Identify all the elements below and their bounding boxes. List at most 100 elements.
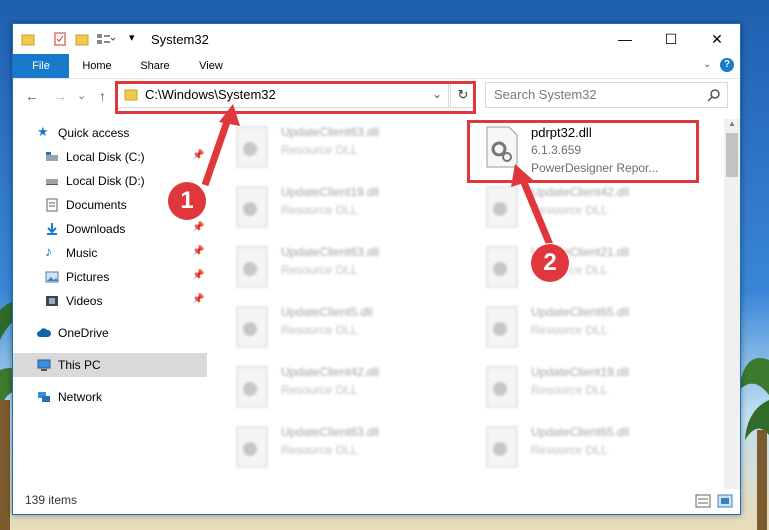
file-type: Resource DLL: [281, 263, 358, 277]
dll-file-icon: [236, 366, 268, 408]
file-name: UpdateClient63.dll: [281, 125, 380, 139]
file-name: UpdateClient65.dll: [531, 305, 630, 319]
download-icon: [47, 223, 57, 235]
step-2-badge: 2: [531, 244, 569, 282]
file-type: Resource DLL: [281, 323, 358, 337]
palm-tree-right: [739, 358, 769, 530]
pin-icon: 📌: [192, 294, 205, 305]
sidebar-item-videos[interactable]: Videos 📌: [13, 289, 207, 313]
search-icon[interactable]: [707, 88, 721, 102]
sidebar-item-network[interactable]: Network: [13, 385, 207, 409]
star-icon: ★: [37, 124, 49, 139]
scroll-up-icon[interactable]: ▲: [728, 119, 736, 128]
file-name: UpdateClient19.dll: [281, 185, 380, 199]
network-icon: [38, 392, 50, 402]
window-title: System32: [151, 32, 209, 47]
file-item[interactable]: UpdateClient63.dll Resource DLL: [223, 121, 453, 175]
back-button[interactable]: ←: [25, 88, 39, 104]
file-name: UpdateClient63.dll: [281, 245, 380, 259]
sidebar-item-label: Music: [66, 246, 98, 260]
step-1-badge: 1: [168, 182, 206, 220]
details-view-icon[interactable]: [695, 494, 711, 508]
drive-icon: [46, 179, 58, 185]
cloud-icon: [37, 328, 51, 337]
dll-file-icon: [486, 306, 518, 348]
item-count: 139 items: [25, 493, 78, 507]
tab-file[interactable]: File: [13, 54, 69, 78]
tab-home[interactable]: Home: [75, 54, 119, 78]
file-type: Resource DLL: [531, 383, 608, 397]
sidebar-item-quick-access[interactable]: ★ Quick access: [13, 121, 207, 145]
sidebar-item-label: Documents: [66, 198, 127, 212]
file-item[interactable]: UpdateClient19.dll Resource DLL: [473, 361, 703, 415]
maximize-button[interactable]: ☐: [648, 24, 694, 54]
file-type: Resource DLL: [281, 443, 358, 457]
dll-file-icon: [236, 426, 268, 468]
sidebar-item-pictures[interactable]: Pictures 📌: [13, 265, 207, 289]
file-type: Resource DLL: [281, 203, 358, 217]
sidebar-item-label: OneDrive: [58, 326, 109, 340]
dll-file-icon: [236, 306, 268, 348]
file-item[interactable]: UpdateClient5.dll Resource DLL: [223, 301, 453, 355]
up-button[interactable]: ↑: [99, 88, 106, 104]
sidebar-item-label: Network: [58, 390, 103, 404]
sidebar-item-label: Quick access: [58, 126, 130, 140]
forward-button[interactable]: →: [53, 88, 67, 104]
recent-locations-button[interactable]: ⌄: [77, 89, 86, 102]
scrollbar-thumb[interactable]: [726, 133, 738, 177]
search-box[interactable]: Search System32: [485, 82, 728, 108]
help-icon[interactable]: ?: [720, 58, 734, 72]
vertical-scrollbar[interactable]: ▲: [724, 119, 740, 489]
ribbon-tabs: File Home Share View ⌄ ?: [13, 54, 740, 79]
arrow-1: [201, 104, 240, 187]
tab-share[interactable]: Share: [133, 54, 177, 78]
document-icon: [46, 198, 58, 212]
collapse-ribbon-icon[interactable]: ⌄: [703, 59, 711, 70]
pin-icon: 📌: [192, 246, 205, 257]
file-type: Resource DLL: [531, 323, 608, 337]
pin-icon: 📌: [192, 222, 205, 233]
sidebar-item-this-pc[interactable]: This PC: [13, 353, 207, 377]
sidebar-item-onedrive[interactable]: OneDrive: [13, 321, 207, 345]
view-options-icon[interactable]: [96, 32, 116, 46]
pictures-icon: [45, 271, 59, 283]
dll-file-icon: [486, 426, 518, 468]
customize-toolbar-icon[interactable]: ▾: [129, 31, 135, 44]
tab-view[interactable]: View: [189, 54, 233, 78]
drive-icon: [46, 152, 58, 161]
dll-file-icon: [486, 366, 518, 408]
sidebar-item-music[interactable]: ♪ Music 📌: [13, 241, 207, 265]
sidebar-item-label: Local Disk (C:): [66, 150, 145, 164]
sidebar-item-label: Downloads: [66, 222, 126, 236]
file-name: UpdateClient19.dll: [531, 365, 630, 379]
sidebar-item-label: This PC: [58, 358, 101, 372]
dll-file-icon: [236, 246, 268, 288]
folder-icon: [21, 34, 35, 46]
file-name: UpdateClient63.dll: [281, 425, 380, 439]
large-icons-view-icon[interactable]: [717, 494, 733, 508]
video-icon: [46, 296, 58, 306]
file-item[interactable]: UpdateClient65.dll Resource DLL: [473, 301, 703, 355]
arrow-2: [511, 164, 554, 247]
sidebar-item-downloads[interactable]: Downloads 📌: [13, 217, 207, 241]
file-type: Resource DLL: [531, 443, 608, 457]
file-item[interactable]: UpdateClient19.dll Resource DLL: [223, 181, 453, 235]
properties-icon[interactable]: [53, 32, 67, 46]
file-name: UpdateClient65.dll: [531, 425, 630, 439]
navigation-pane: ★ Quick access Local Disk (C:) 📌 Local D…: [13, 119, 207, 489]
address-bar-highlight: [115, 81, 476, 114]
sidebar-item-local-disk-c[interactable]: Local Disk (C:) 📌: [13, 145, 207, 169]
file-item[interactable]: UpdateClient63.dll Resource DLL: [223, 241, 453, 295]
file-item[interactable]: UpdateClient42.dll Resource DLL: [223, 361, 453, 415]
title-bar: ▾ System32 — ☐ ✕: [13, 24, 740, 54]
sidebar-item-label: Videos: [66, 294, 103, 308]
new-folder-icon[interactable]: [75, 32, 89, 46]
close-button[interactable]: ✕: [694, 24, 740, 54]
file-name: UpdateClient42.dll: [281, 365, 380, 379]
pin-icon: 📌: [192, 270, 205, 281]
search-input[interactable]: Search System32: [494, 87, 597, 102]
computer-icon: [37, 359, 51, 371]
file-item[interactable]: UpdateClient65.dll Resource DLL: [473, 421, 703, 475]
minimize-button[interactable]: —: [602, 24, 648, 54]
file-item[interactable]: UpdateClient63.dll Resource DLL: [223, 421, 453, 475]
